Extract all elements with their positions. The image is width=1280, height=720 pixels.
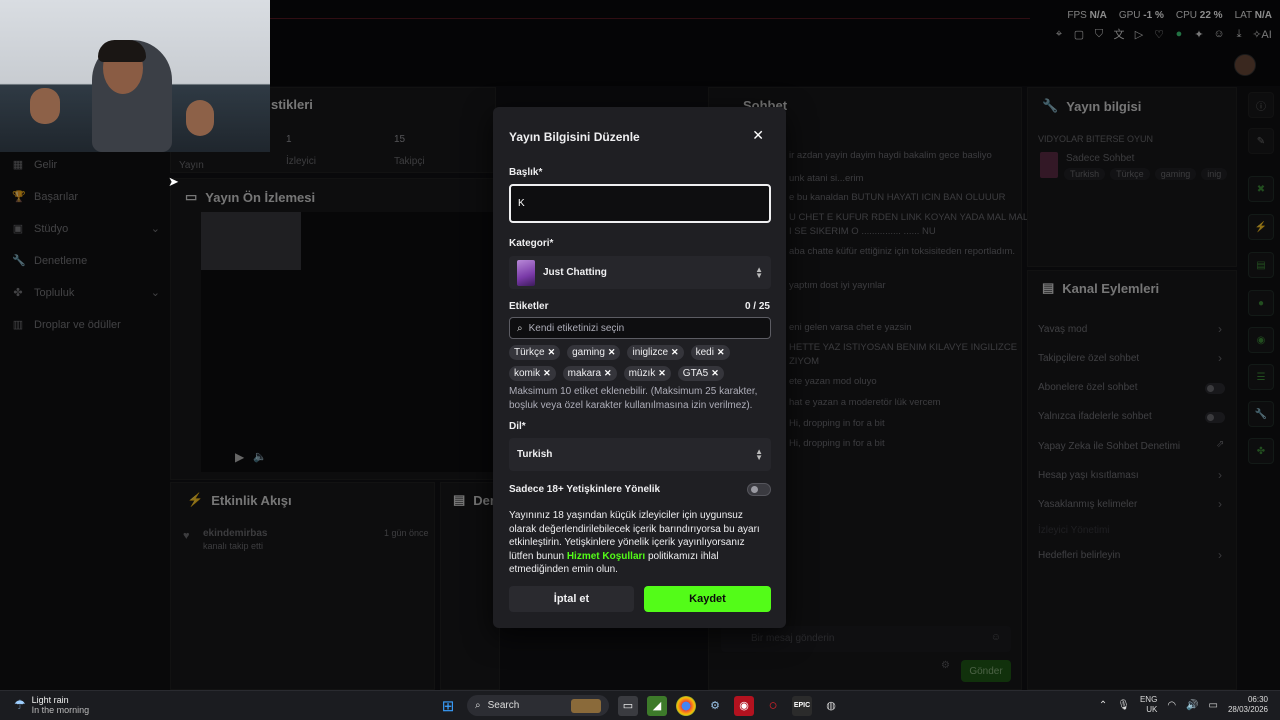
category-label: Kategori* [509,238,554,249]
tags-list: Türkçe ✕ gaming ✕ iniglizce ✕ kedi ✕ komik ✕ … [509,345,771,381]
tags-label: Etiketler [509,301,549,312]
app-icon[interactable]: ◍ [821,696,841,716]
remove-tag-icon[interactable]: ✕ [711,368,719,379]
lang-secondary: UK [1146,705,1158,714]
chevron-updown-icon: ▲ ▼ [755,446,763,462]
tag-label: gaming [572,347,605,358]
category-select[interactable]: Just Chatting ▲ ▼ [509,256,771,289]
clock-date: 28/03/2026 [1227,705,1268,714]
cancel-button[interactable]: İptal et [509,586,634,612]
wifi-icon[interactable]: ◠ [1167,700,1176,711]
clock[interactable]: 06:30 28/03/2026 [1228,695,1268,715]
edit-stream-info-modal: Yayın Bilgisini Düzenle ✕ Başlık* Katego… [493,107,786,628]
remove-tag-icon[interactable]: ✕ [604,368,612,379]
tags-count: 0 / 25 [744,301,770,312]
tag-label: müzık [628,368,656,379]
tag-chip: makara ✕ [562,366,617,381]
remove-tag-icon[interactable]: ✕ [543,368,551,379]
weather-subtitle: In the morning [31,705,90,715]
adult-content-toggle[interactable] [747,483,771,496]
search-icon: ⌕ [475,700,481,711]
tag-label: Türkçe [514,347,545,358]
webcam-overlay [0,0,270,152]
tag-label: GTA5 [682,368,709,379]
file-explorer-icon[interactable]: ▭ [618,695,638,716]
terms-of-service-link[interactable]: Hizmet Koşulları [567,551,645,562]
adult-content-row: Sadece 18+ Yetişkinlere Yönelik [509,483,771,496]
clock-time: 06:30 [1247,695,1268,704]
weather-title: Light rain [31,695,69,705]
tag-chip: müzık ✕ [623,366,671,381]
tags-search-input[interactable] [528,322,759,334]
chrome-icon[interactable] [676,695,696,716]
windows-taskbar: ☂ Light rain In the morning ⊞ ⌕ Search ▭… [0,690,1280,720]
tags-hint: Maksimum 10 etiket eklenebilir. (Maksimu… [509,386,758,411]
microphone-icon[interactable]: 🎙 [1117,700,1130,711]
language-value: Turkish [517,449,553,460]
language-indicator[interactable]: ENG UK [1140,695,1157,715]
app-red-icon[interactable]: ◉ [734,695,754,716]
tag-chip: iniglizce ✕ [627,345,684,360]
category-thumbnail [517,259,535,286]
system-tray: ⌃ 🎙 ENG UK ◠ 🔊 ▭ 06:30 28/03/2026 [1099,695,1268,715]
save-button[interactable]: Kaydet [644,586,771,612]
remove-tag-icon[interactable]: ✕ [717,347,725,358]
remove-tag-icon[interactable]: ✕ [671,347,679,358]
search-icon: ⌕ [517,322,523,334]
remove-tag-icon[interactable]: ✕ [658,368,666,379]
close-icon[interactable]: ✕ [752,127,764,144]
tag-label: makara [567,368,602,379]
weather-widget[interactable]: ☂ Light rain In the morning [14,695,89,715]
search-label: Search [487,700,520,711]
adult-content-label: Sadece 18+ Yetişkinlere Yönelik [509,484,661,495]
category-value: Just Chatting [543,267,607,278]
language-select[interactable]: Turkish ▲ ▼ [509,438,771,471]
adult-content-description: Yayınınız 18 yaşından küçük izleyiciler … [509,509,771,577]
battery-icon[interactable]: ▭ [1209,700,1218,711]
tag-chip: Türkçe ✕ [509,345,561,360]
epic-games-icon[interactable]: EPIC [792,695,812,716]
tag-label: kedi [695,347,714,358]
remove-tag-icon[interactable]: ✕ [548,347,556,358]
tag-chip: komik ✕ [509,366,556,381]
tags-search-field[interactable]: ⌕ [509,317,771,339]
windows-start-icon[interactable]: ⊞ [438,696,458,716]
taskbar-apps: ⊞ ⌕ Search ▭ ◢ ⚙ ◉ ○ EPIC ◍ [438,695,841,716]
chevron-up-icon[interactable]: ⌃ [1099,700,1107,711]
taskbar-search[interactable]: ⌕ Search [467,695,609,716]
language-label: Dil* [509,421,526,432]
lang-primary: ENG [1139,695,1158,704]
tag-label: iniglizce [632,347,669,358]
title-label: Başlık* [509,167,543,178]
steam-icon[interactable]: ⚙ [705,696,725,716]
remove-tag-icon[interactable]: ✕ [608,347,616,358]
title-input[interactable] [509,184,771,223]
speaker-icon[interactable]: 🔊 [1186,700,1198,711]
chevron-updown-icon: ▲ ▼ [755,264,763,280]
search-highlight-image [571,698,601,713]
nvidia-icon[interactable]: ◢ [647,695,667,716]
tag-chip: gaming ✕ [567,345,621,360]
tag-chip: kedi ✕ [690,345,730,360]
tag-chip: GTA5 ✕ [677,366,724,381]
tag-label: komik [514,368,541,379]
modal-title: Yayın Bilgisini Düzenle [509,130,640,144]
opera-icon[interactable]: ○ [763,696,783,716]
rain-icon: ☂ [14,697,26,712]
mouse-cursor-icon: ➤ [168,174,179,189]
